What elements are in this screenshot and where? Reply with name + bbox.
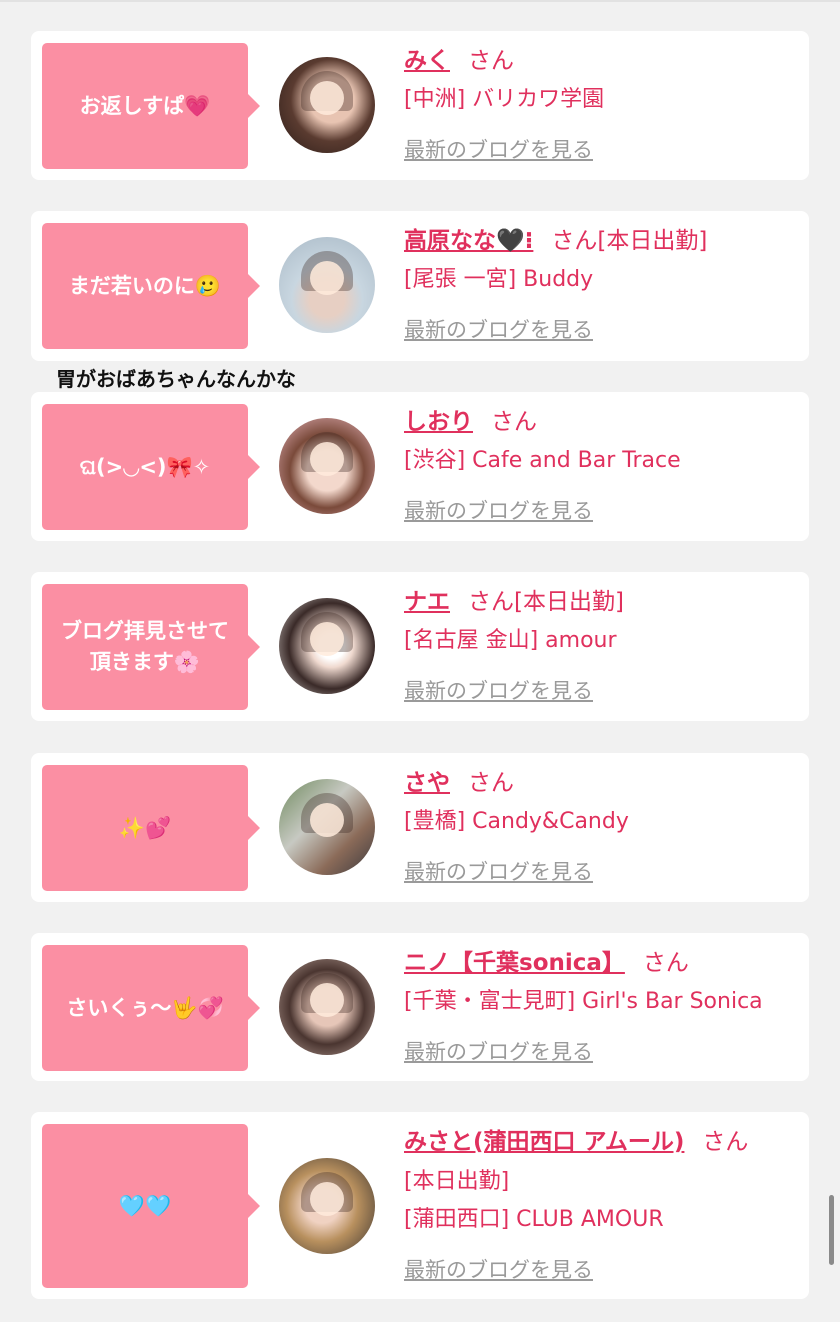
name-row: みく さん: [404, 46, 514, 76]
comment-bubble: ଘ(>◡<)🎀✧: [42, 404, 260, 530]
honorific: さん: [468, 589, 514, 615]
latest-blog-link[interactable]: 最新のブログを見る: [404, 315, 593, 345]
blog-comment-card: ブログ拝見させて 頂きます🌸 ナエ さん[本日出勤] [名古屋 金山] amour…: [31, 572, 809, 721]
shop-label: [豊橋] Candy&Candy: [404, 809, 629, 834]
latest-blog-link[interactable]: 最新のブログを見る: [404, 135, 593, 165]
honorific: さん: [491, 409, 537, 435]
avatar[interactable]: [279, 1158, 375, 1254]
comment-bubble: 🩵🩵: [42, 1124, 260, 1288]
blog-comment-card: ଘ(>◡<)🎀✧ しおり さん [渋谷] Cafe and Bar Trace 最…: [31, 392, 809, 541]
user-name-link[interactable]: みさと(蒲田西口 アムール): [404, 1129, 684, 1155]
face-icon: [310, 81, 344, 115]
avatar[interactable]: [279, 779, 375, 875]
avatar[interactable]: [279, 598, 375, 694]
user-name-link[interactable]: 高原なな🖤⁝: [404, 228, 533, 254]
honorific: さん: [702, 1129, 749, 1155]
status-label: [本日出勤]: [404, 1169, 510, 1194]
shop-label: [尾張 一宮] Buddy: [404, 267, 594, 292]
honorific: さん: [551, 228, 598, 254]
top-divider: [0, 0, 840, 2]
shop-label: [千葉・富士見町] Girl's Bar Sonica: [404, 989, 763, 1014]
face-icon: [310, 983, 344, 1017]
name-row: 高原なな🖤⁝ さん[本日出勤]: [404, 226, 707, 256]
avatar[interactable]: [279, 57, 375, 153]
blog-comment-card: さいくぅ〜🤟💞 ニノ【千葉sonica】 さん [千葉・富士見町] Girl's …: [31, 933, 809, 1081]
latest-blog-link[interactable]: 最新のブログを見る: [404, 1255, 593, 1285]
name-row: さや さん: [404, 768, 514, 798]
honorific: さん: [642, 950, 689, 976]
face-icon: [310, 261, 344, 295]
avatar[interactable]: [279, 418, 375, 514]
name-row: ニノ【千葉sonica】 さん: [404, 948, 689, 978]
user-name-link[interactable]: しおり: [404, 409, 473, 435]
comment-bubble: さいくぅ〜🤟💞: [42, 945, 260, 1071]
status-suffix: [本日出勤]: [514, 589, 624, 615]
shop-label: [名古屋 金山] amour: [404, 628, 617, 653]
latest-blog-link[interactable]: 最新のブログを見る: [404, 1037, 593, 1067]
honorific: さん: [468, 48, 514, 74]
name-row: みさと(蒲田西口 アムール) さん: [404, 1127, 748, 1157]
comment-bubble: まだ若いのに🥲: [42, 223, 260, 349]
shop-label: [中洲] バリカワ学園: [404, 87, 605, 112]
comment-bubble: ブログ拝見させて 頂きます🌸: [42, 584, 260, 710]
shop-label: [蒲田西口] CLUB AMOUR: [404, 1207, 664, 1232]
name-row: しおり さん: [404, 407, 537, 437]
user-name-link[interactable]: ナエ: [404, 589, 450, 615]
name-row: ナエ さん[本日出勤]: [404, 587, 624, 617]
blog-comment-card: まだ若いのに🥲 高原なな🖤⁝ さん[本日出勤] [尾張 一宮] Buddy 最新の…: [31, 211, 809, 361]
caption-text: 胃がおばあちゃんなんかな: [56, 367, 296, 391]
comment-bubble: お返しすぱ💗: [42, 43, 260, 169]
face-icon: [310, 1182, 344, 1216]
user-name-link[interactable]: さや: [404, 770, 450, 796]
status-suffix: [本日出勤]: [597, 228, 708, 254]
latest-blog-link[interactable]: 最新のブログを見る: [404, 676, 593, 706]
comment-bubble: ✨💕: [42, 765, 260, 891]
avatar[interactable]: [279, 959, 375, 1055]
blog-comment-card: 🩵🩵 みさと(蒲田西口 アムール) さん [本日出勤] [蒲田西口] CLUB A…: [31, 1112, 809, 1299]
latest-blog-link[interactable]: 最新のブログを見る: [404, 496, 593, 526]
user-name-link[interactable]: みく: [404, 48, 450, 74]
scrollbar[interactable]: [829, 1195, 834, 1265]
blog-comment-card: ✨💕 さや さん [豊橋] Candy&Candy 最新のブログを見る: [31, 753, 809, 902]
face-icon: [310, 622, 344, 656]
avatar[interactable]: [279, 237, 375, 333]
shop-label: [渋谷] Cafe and Bar Trace: [404, 448, 681, 473]
latest-blog-link[interactable]: 最新のブログを見る: [404, 857, 593, 887]
user-name-link[interactable]: ニノ【千葉sonica】: [404, 950, 625, 976]
face-icon: [310, 442, 344, 476]
honorific: さん: [468, 770, 514, 796]
face-icon: [310, 803, 344, 837]
blog-comment-card: お返しすぱ💗 みく さん [中洲] バリカワ学園 最新のブログを見る: [31, 31, 809, 180]
